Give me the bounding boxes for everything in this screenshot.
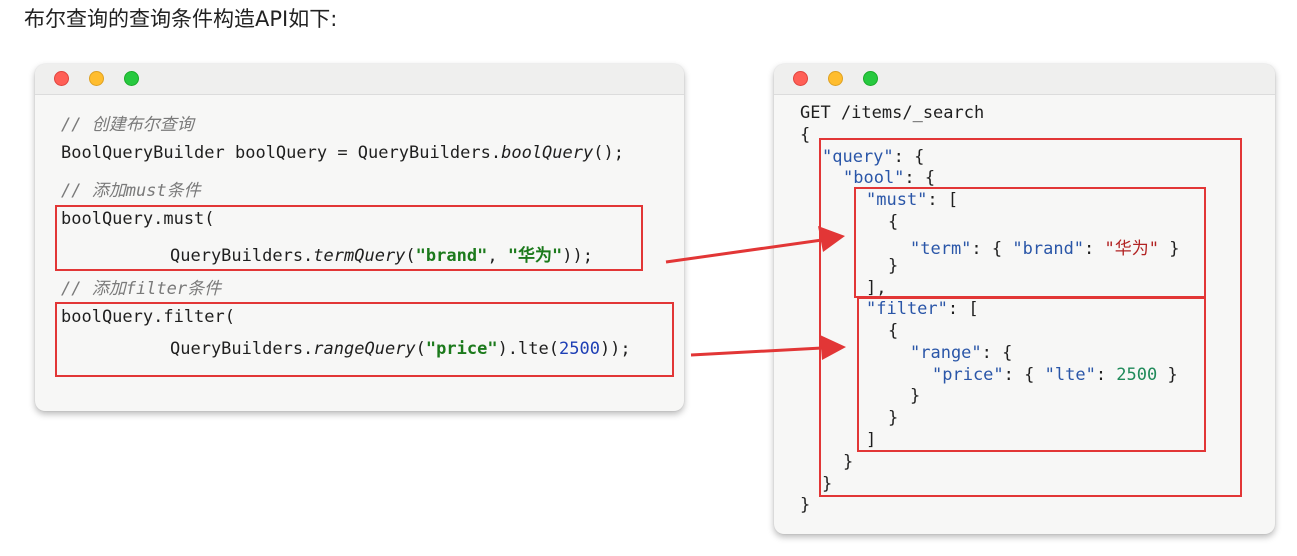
connector-arrows xyxy=(665,226,846,360)
arrow-must-icon xyxy=(665,226,845,264)
arrow-filter-icon xyxy=(690,335,846,360)
